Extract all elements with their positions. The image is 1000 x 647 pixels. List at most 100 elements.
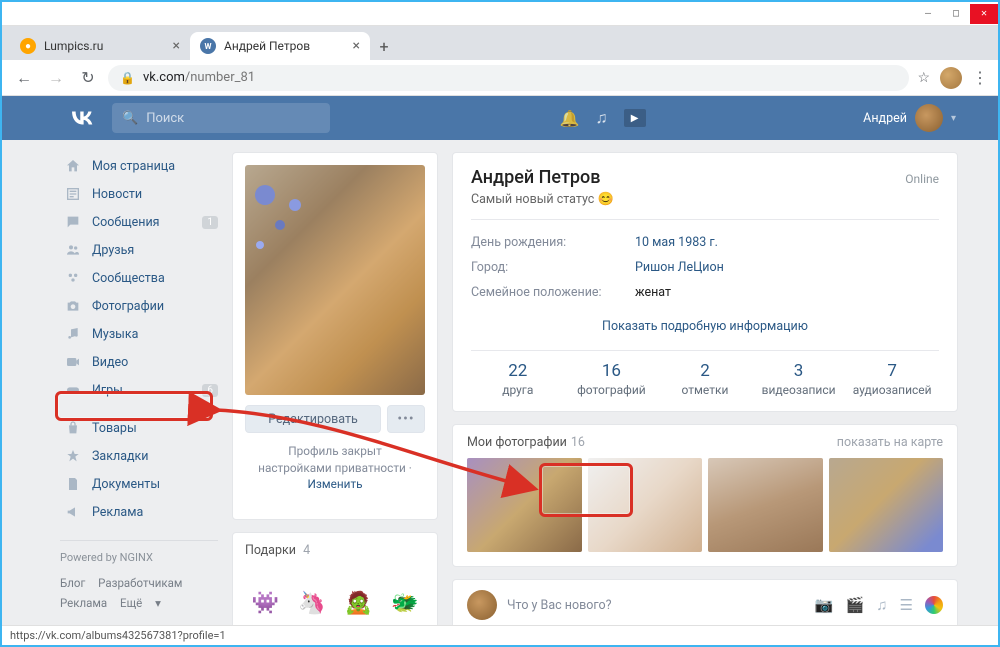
photos-map-link[interactable]: показать на карте (837, 435, 943, 450)
photos-block-count: 16 (571, 435, 585, 450)
sidebar-item-messages[interactable]: Сообщения 1 (60, 208, 218, 236)
new-tab-button[interactable]: + (370, 32, 398, 60)
attach-video-icon[interactable]: 🎬 (846, 596, 865, 614)
sidebar-item-label: Новости (92, 187, 142, 202)
story-camera-icon[interactable] (925, 596, 943, 614)
show-more-info-link[interactable]: Показать подробную информацию (602, 319, 808, 334)
gifts-header: Подарки 4 (245, 543, 425, 558)
music-top-icon[interactable]: ♫ (596, 108, 608, 128)
photo-thumbnail[interactable] (829, 458, 944, 552)
gift-item[interactable] (245, 566, 286, 616)
footer-link-ads[interactable]: Реклама (60, 596, 107, 610)
news-icon (64, 185, 82, 203)
photos-block-title[interactable]: Мои фотографии (467, 435, 567, 450)
browser-tab-bar: ● Lumpics.ru × W Андрей Петров × + (2, 26, 998, 60)
vk-logo[interactable] (60, 96, 104, 140)
sidebar-item-groups[interactable]: Сообщества (60, 264, 218, 292)
sidebar-item-video[interactable]: Видео (60, 348, 218, 376)
counter-friends[interactable]: 22 друга (471, 351, 565, 411)
profile-avatar-image[interactable] (245, 165, 425, 395)
sidebar-item-news[interactable]: Новости (60, 180, 218, 208)
docs-icon (64, 475, 82, 493)
market-icon (64, 419, 82, 437)
city-link[interactable]: Ришон ЛеЦион (635, 260, 724, 275)
post-placeholder[interactable]: Что у Вас нового? (507, 598, 805, 613)
profile-more-button[interactable]: ••• (387, 405, 425, 433)
profile-left-column: Редактировать ••• Профиль закрыт настрой… (232, 152, 438, 625)
privacy-change-link[interactable]: Изменить (307, 477, 362, 491)
sidebar-item-my-page[interactable]: Моя страница (60, 152, 218, 180)
gift-item[interactable] (292, 566, 333, 616)
photo-thumbnail[interactable] (467, 458, 582, 552)
photo-thumbnail[interactable] (588, 458, 703, 552)
games-icon (64, 381, 82, 399)
window-minimize-button[interactable]: — (914, 4, 942, 24)
footer-links: Блог Разработчикам Реклама Ещё ▾ (60, 574, 218, 613)
sidebar-item-photos[interactable]: Фотографии (60, 292, 218, 320)
browser-tab-vk[interactable]: W Андрей Петров × (190, 32, 370, 60)
sidebar-item-music[interactable]: Музыка (60, 320, 218, 348)
footer-link-more[interactable]: Ещё ▾ (120, 596, 161, 610)
attach-music-icon[interactable]: ♫ (876, 596, 887, 614)
favicon-vk: W (200, 38, 216, 54)
sidebar-item-label: Товары (92, 421, 137, 436)
gift-item[interactable] (385, 566, 426, 616)
nav-reload-button[interactable]: ↻ (76, 66, 100, 90)
sidebar-item-ads[interactable]: Реклама (60, 498, 218, 526)
gifts-card[interactable]: Подарки 4 (232, 532, 438, 625)
vk-username: Андрей (863, 111, 907, 126)
video-icon (64, 353, 82, 371)
window-close-button[interactable]: ✕ (970, 4, 998, 24)
sidebar-item-label: Документы (92, 477, 160, 492)
counter-audios[interactable]: 7 аудиозаписей (845, 351, 939, 411)
birthday-link[interactable]: 10 мая 1983 г. (635, 235, 718, 250)
tab-close-icon[interactable]: × (353, 38, 360, 54)
favicon-lumpics: ● (20, 38, 36, 54)
ads-icon (64, 503, 82, 521)
tab-title: Lumpics.ru (44, 39, 165, 53)
tab-title: Андрей Петров (224, 39, 345, 53)
profile-info-card: Андрей Петров Online Самый новый статус … (452, 152, 958, 412)
counter-tags[interactable]: 2 отметки (658, 351, 752, 411)
footer-link-blog[interactable]: Блог (60, 576, 85, 590)
sidebar-item-docs[interactable]: Документы (60, 470, 218, 498)
notifications-icon[interactable]: 🔔 (560, 109, 580, 128)
info-row-birthday: День рождения: 10 мая 1983 г. (471, 230, 939, 255)
info-row-relationship: Семейное положение: женат (471, 280, 939, 305)
counter-photos[interactable]: 16 фотографий (565, 351, 659, 411)
sidebar-item-market[interactable]: Товары (60, 414, 218, 442)
search-placeholder: Поиск (146, 111, 184, 126)
search-icon: 🔍 (122, 111, 138, 126)
attach-photo-icon[interactable]: 📷 (815, 596, 834, 614)
powered-by-text: Powered by NGINX (60, 540, 218, 564)
new-post-card[interactable]: Что у Вас нового? 📷 🎬 ♫ ☰ (452, 579, 958, 625)
window-maximize-button[interactable]: □ (942, 4, 970, 24)
play-button-icon[interactable]: ▶ (624, 109, 646, 127)
sidebar-item-label: Игры (92, 383, 123, 398)
vk-search-input[interactable]: 🔍 Поиск (112, 103, 330, 133)
url-input[interactable]: 🔒 vk.com/number_81 (108, 65, 909, 91)
sidebar-item-label: Сообщения (92, 215, 160, 230)
photo-thumbnail[interactable] (708, 458, 823, 552)
sidebar-item-bookmarks[interactable]: Закладки (60, 442, 218, 470)
sidebar-item-label: Закладки (92, 449, 149, 464)
attach-more-icon[interactable]: ☰ (900, 596, 913, 614)
chrome-profile-avatar[interactable] (940, 67, 962, 89)
sidebar-item-friends[interactable]: Друзья (60, 236, 218, 264)
edit-profile-button[interactable]: Редактировать (245, 405, 381, 433)
browser-tab-lumpics[interactable]: ● Lumpics.ru × (10, 32, 190, 60)
chrome-menu-icon[interactable]: ⋮ (972, 68, 988, 87)
profile-status[interactable]: Самый новый статус 😊 (471, 192, 939, 207)
groups-icon (64, 269, 82, 287)
counter-videos[interactable]: 3 видеозаписи (752, 351, 846, 411)
profile-name: Андрей Петров (471, 167, 600, 188)
nav-forward-button[interactable]: → (44, 66, 68, 90)
sidebar-item-games[interactable]: Игры 6 (60, 376, 218, 404)
tab-close-icon[interactable]: × (173, 38, 180, 54)
bookmark-star-icon[interactable]: ☆ (917, 70, 930, 86)
gift-item[interactable] (338, 566, 379, 616)
footer-link-devs[interactable]: Разработчикам (98, 576, 182, 590)
nav-back-button[interactable]: ← (12, 66, 36, 90)
sidebar-item-label: Видео (92, 355, 128, 370)
vk-user-menu[interactable]: Андрей ▾ (863, 104, 956, 132)
